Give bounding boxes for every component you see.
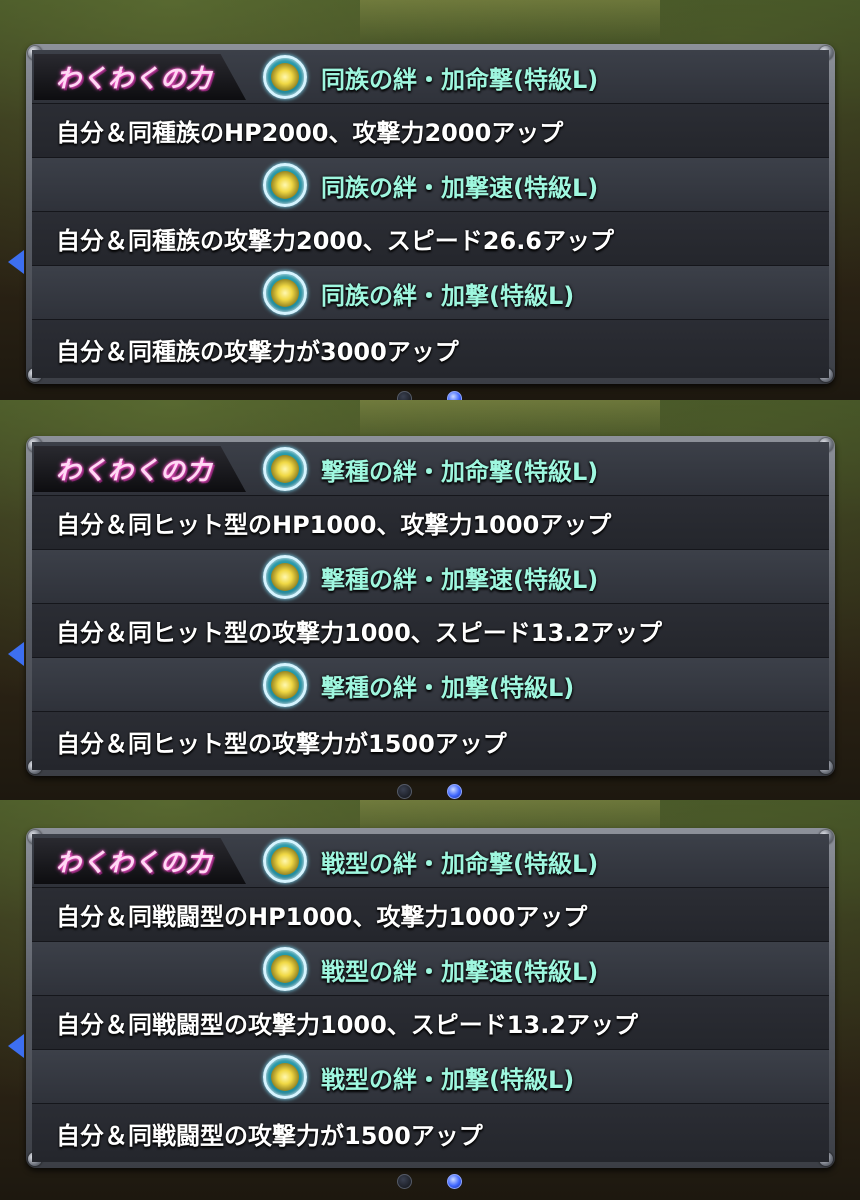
lightning-orb-icon	[263, 947, 307, 991]
lightning-orb-icon	[263, 663, 307, 707]
panel-body: わくわくの力 戦型の絆・加命撃(特級L) 自分＆同戦闘型のHP1000、攻撃力1…	[32, 834, 829, 1162]
ability-desc-row: 自分＆同ヒット型の攻撃力1000、スピード13.2アップ	[32, 604, 829, 658]
ability-title: 同族の絆・加命撃(特級L)	[321, 65, 599, 94]
ability-title: 戦型の絆・加撃速(特級L)	[321, 957, 599, 986]
wakuwaku-badge: わくわくの力	[34, 54, 246, 100]
ability-title-row: 同族の絆・加撃速(特級L)	[32, 158, 829, 212]
ability-desc-row: 自分＆同ヒット型の攻撃力が1500アップ	[32, 712, 829, 770]
ability-title-row: わくわくの力 撃種の絆・加命撃(特級L)	[32, 442, 829, 496]
ability-title: 撃種の絆・加撃速(特級L)	[321, 565, 599, 594]
ability-desc-row: 自分＆同種族の攻撃力が3000アップ	[32, 320, 829, 378]
lightning-orb-icon	[263, 447, 307, 491]
ability-desc: 自分＆同ヒット型の攻撃力1000、スピード13.2アップ	[56, 619, 663, 647]
page-dot-2[interactable]	[447, 1174, 462, 1189]
ability-desc: 自分＆同種族のHP2000、攻撃力2000アップ	[56, 119, 564, 147]
ability-title: 撃種の絆・加撃(特級L)	[321, 673, 575, 702]
lightning-orb-icon	[263, 839, 307, 883]
ability-title: 戦型の絆・加命撃(特級L)	[321, 849, 599, 878]
ability-desc: 自分＆同戦闘型の攻撃力1000、スピード13.2アップ	[56, 1011, 639, 1039]
ability-desc-row: 自分＆同種族の攻撃力2000、スピード26.6アップ	[32, 212, 829, 266]
ability-panel: わくわくの力 戦型の絆・加命撃(特級L) 自分＆同戦闘型のHP1000、攻撃力1…	[26, 828, 835, 1168]
lightning-orb-icon	[263, 55, 307, 99]
ability-desc-row: 自分＆同戦闘型の攻撃力1000、スピード13.2アップ	[32, 996, 829, 1050]
ability-title-row: 撃種の絆・加撃(特級L)	[32, 658, 829, 712]
wakuwaku-badge: わくわくの力	[34, 446, 246, 492]
ability-desc-row: 自分＆同種族のHP2000、攻撃力2000アップ	[32, 104, 829, 158]
ability-desc: 自分＆同戦闘型の攻撃力が1500アップ	[56, 1121, 483, 1150]
ability-desc-row: 自分＆同ヒット型のHP1000、攻撃力1000アップ	[32, 496, 829, 550]
page-dot-1[interactable]	[397, 784, 412, 799]
panel-body: わくわくの力 同族の絆・加命撃(特級L) 自分＆同種族のHP2000、攻撃力20…	[32, 50, 829, 378]
ability-title: 同族の絆・加撃速(特級L)	[321, 173, 599, 202]
ability-title: 戦型の絆・加撃(特級L)	[321, 1065, 575, 1094]
page-dot-1[interactable]	[397, 391, 412, 400]
ability-desc: 自分＆同ヒット型の攻撃力が1500アップ	[56, 729, 507, 758]
panel-body: わくわくの力 撃種の絆・加命撃(特級L) 自分＆同ヒット型のHP1000、攻撃力…	[32, 442, 829, 770]
ability-screen-1: わくわくの力 同族の絆・加命撃(特級L) 自分＆同種族のHP2000、攻撃力20…	[0, 0, 860, 400]
left-arrow-icon[interactable]	[8, 642, 24, 666]
lightning-orb-icon	[263, 163, 307, 207]
page-dot-1[interactable]	[397, 1174, 412, 1189]
ability-desc: 自分＆同種族の攻撃力2000、スピード26.6アップ	[56, 227, 615, 255]
ability-screen-2: わくわくの力 撃種の絆・加命撃(特級L) 自分＆同ヒット型のHP1000、攻撃力…	[0, 400, 860, 800]
ability-title-row: 戦型の絆・加撃速(特級L)	[32, 942, 829, 996]
left-arrow-icon[interactable]	[8, 250, 24, 274]
ability-title-row: 戦型の絆・加撃(特級L)	[32, 1050, 829, 1104]
ability-title-row: わくわくの力 同族の絆・加命撃(特級L)	[32, 50, 829, 104]
wakuwaku-badge: わくわくの力	[34, 838, 246, 884]
ability-screen-3: わくわくの力 戦型の絆・加命撃(特級L) 自分＆同戦闘型のHP1000、攻撃力1…	[0, 800, 860, 1200]
ability-desc: 自分＆同種族の攻撃力が3000アップ	[56, 337, 459, 366]
ability-desc: 自分＆同ヒット型のHP1000、攻撃力1000アップ	[56, 511, 612, 539]
lightning-orb-icon	[263, 1055, 307, 1099]
ability-title-row: わくわくの力 戦型の絆・加命撃(特級L)	[32, 834, 829, 888]
lightning-orb-icon	[263, 555, 307, 599]
ability-title-row: 撃種の絆・加撃速(特級L)	[32, 550, 829, 604]
ability-panel: わくわくの力 同族の絆・加命撃(特級L) 自分＆同種族のHP2000、攻撃力20…	[26, 44, 835, 384]
ability-title-row: 同族の絆・加撃(特級L)	[32, 266, 829, 320]
ability-panel: わくわくの力 撃種の絆・加命撃(特級L) 自分＆同ヒット型のHP1000、攻撃力…	[26, 436, 835, 776]
page-dot-2[interactable]	[447, 784, 462, 799]
ability-title: 撃種の絆・加命撃(特級L)	[321, 457, 599, 486]
page-dot-2[interactable]	[447, 391, 462, 400]
ability-desc-row: 自分＆同戦闘型のHP1000、攻撃力1000アップ	[32, 888, 829, 942]
ability-desc: 自分＆同戦闘型のHP1000、攻撃力1000アップ	[56, 903, 588, 931]
ability-desc-row: 自分＆同戦闘型の攻撃力が1500アップ	[32, 1104, 829, 1162]
lightning-orb-icon	[263, 271, 307, 315]
ability-title: 同族の絆・加撃(特級L)	[321, 281, 575, 310]
left-arrow-icon[interactable]	[8, 1034, 24, 1058]
